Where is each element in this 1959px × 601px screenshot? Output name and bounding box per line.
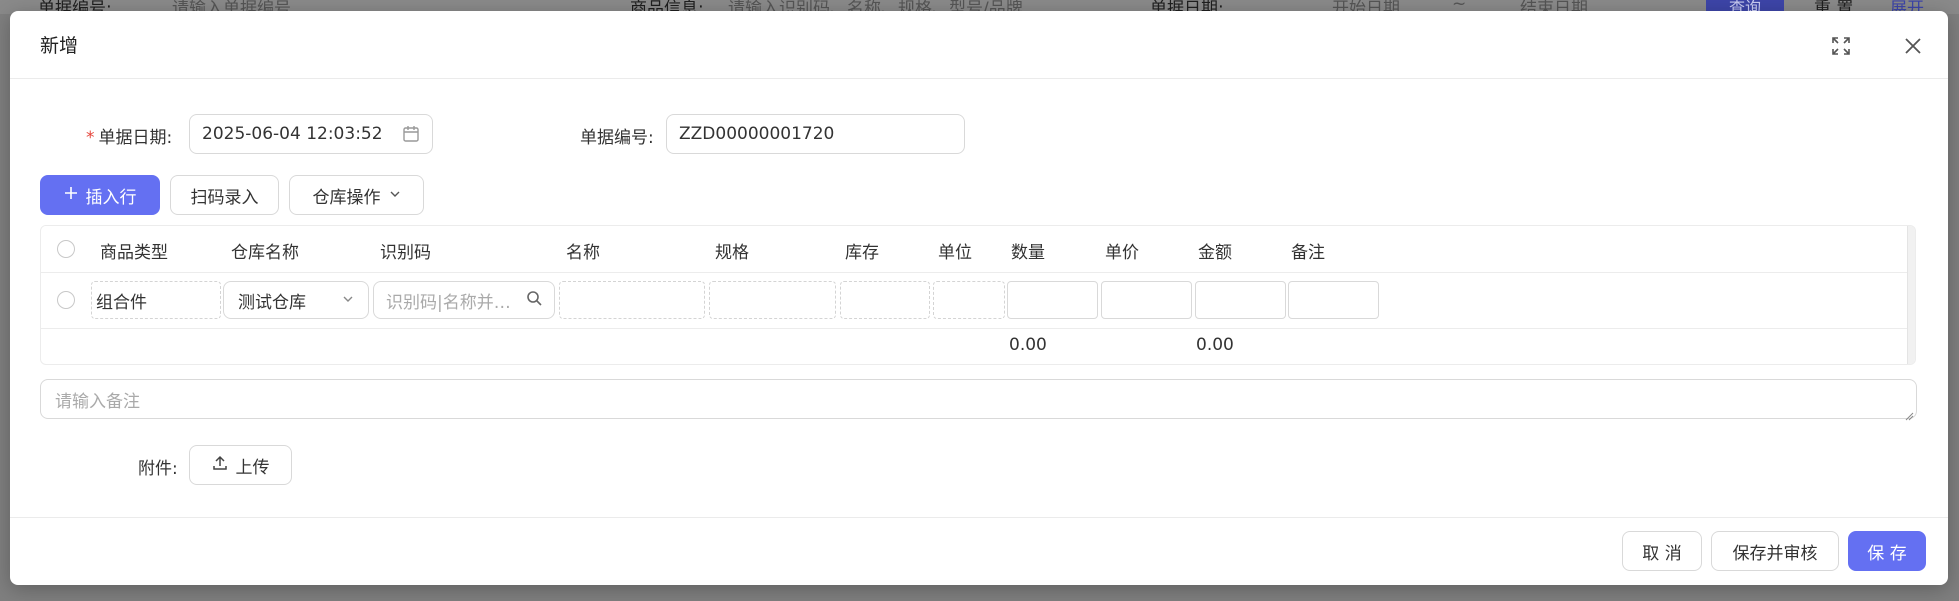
upload-icon (212, 455, 228, 476)
quantity-input[interactable] (1007, 281, 1098, 319)
search-icon[interactable] (526, 290, 542, 311)
dialog-header: 新增 (10, 11, 1948, 79)
upload-button[interactable]: 上传 (189, 445, 292, 485)
add-dialog: 新增 * 单据日期: 2025-06-04 12:03:52 单据编号: ZZD0… (10, 11, 1948, 585)
warehouse-ops-dropdown[interactable]: 仓库操作 (289, 175, 424, 215)
remark-placeholder: 请输入备注 (55, 391, 140, 412)
close-icon[interactable] (1902, 35, 1924, 57)
plus-icon (64, 185, 78, 205)
unit-cell (933, 281, 1005, 319)
col-warehouse: 仓库名称 (231, 243, 299, 263)
col-goods-type: 商品类型 (100, 243, 168, 263)
goods-type-value: 组合件 (96, 292, 147, 313)
save-label: 保 存 (1867, 543, 1907, 564)
select-all-radio[interactable] (57, 240, 75, 258)
goods-type-cell[interactable]: 组合件 (91, 281, 221, 319)
doc-no-value: ZZD00000001720 (679, 124, 835, 144)
calendar-icon (402, 125, 420, 143)
row-select-radio[interactable] (57, 291, 75, 309)
goods-table: 商品类型 仓库名称 识别码 名称 规格 库存 单位 数量 单价 金额 备注 组合… (40, 225, 1916, 365)
col-remark: 备注 (1291, 243, 1325, 263)
scan-entry-button[interactable]: 扫码录入 (170, 175, 279, 215)
price-input[interactable] (1101, 281, 1192, 319)
scan-entry-label: 扫码录入 (190, 187, 259, 208)
required-star: * (86, 128, 95, 148)
amount-total: 0.00 (1196, 335, 1234, 355)
resize-handle-icon[interactable] (1904, 406, 1914, 421)
code-search-input[interactable]: 识别码|名称并… (373, 281, 555, 319)
dialog-footer: 取 消 保存并审核 保 存 (10, 517, 1948, 585)
insert-row-label: 插入行 (85, 187, 137, 208)
warehouse-ops-label: 仓库操作 (312, 187, 381, 208)
insert-row-button[interactable]: 插入行 (40, 175, 160, 215)
save-and-audit-button[interactable]: 保存并审核 (1711, 531, 1839, 571)
doc-date-picker[interactable]: 2025-06-04 12:03:52 (189, 114, 433, 154)
chevron-down-icon (389, 185, 401, 205)
code-search-placeholder: 识别码|名称并… (386, 292, 511, 313)
quantity-total: 0.00 (1009, 335, 1047, 355)
remark-input[interactable] (1288, 281, 1379, 319)
doc-date-value: 2025-06-04 12:03:52 (202, 124, 383, 144)
col-unit: 单位 (938, 243, 972, 263)
chevron-down-icon (342, 290, 354, 310)
doc-date-label: * 单据日期: (86, 123, 172, 148)
warehouse-value: 测试仓库 (238, 292, 306, 313)
col-stock: 库存 (845, 243, 879, 263)
save-button[interactable]: 保 存 (1848, 531, 1926, 571)
stock-cell (840, 281, 930, 319)
table-header: 商品类型 仓库名称 识别码 名称 规格 库存 单位 数量 单价 金额 备注 (41, 226, 1909, 273)
dialog-title: 新增 (40, 35, 79, 57)
name-cell (559, 281, 705, 319)
table-row: 组合件 测试仓库 识别码|名称并… (41, 273, 1909, 329)
doc-no-label: 单据编号: (580, 128, 654, 148)
col-spec: 规格 (715, 243, 749, 263)
upload-label: 上传 (235, 457, 270, 478)
col-price: 单价 (1105, 243, 1139, 263)
col-amount: 金额 (1198, 243, 1232, 263)
amount-input[interactable] (1195, 281, 1286, 319)
remark-textarea[interactable]: 请输入备注 (40, 379, 1917, 421)
table-scrollbar[interactable] (1907, 226, 1915, 364)
cancel-label: 取 消 (1642, 543, 1682, 564)
warehouse-select[interactable]: 测试仓库 (223, 281, 369, 319)
col-name: 名称 (566, 243, 600, 263)
attachment-label: 附件: (138, 459, 178, 479)
col-code: 识别码 (380, 243, 431, 263)
doc-no-field[interactable]: ZZD00000001720 (666, 114, 965, 154)
maximize-icon[interactable] (1830, 35, 1852, 57)
save-and-audit-label: 保存并审核 (1732, 543, 1818, 564)
cancel-button[interactable]: 取 消 (1622, 531, 1702, 571)
spec-cell (709, 281, 836, 319)
col-quantity: 数量 (1011, 243, 1045, 263)
doc-date-label-text: 单据日期: (98, 128, 173, 148)
summary-row: 0.00 0.00 (41, 329, 1909, 364)
